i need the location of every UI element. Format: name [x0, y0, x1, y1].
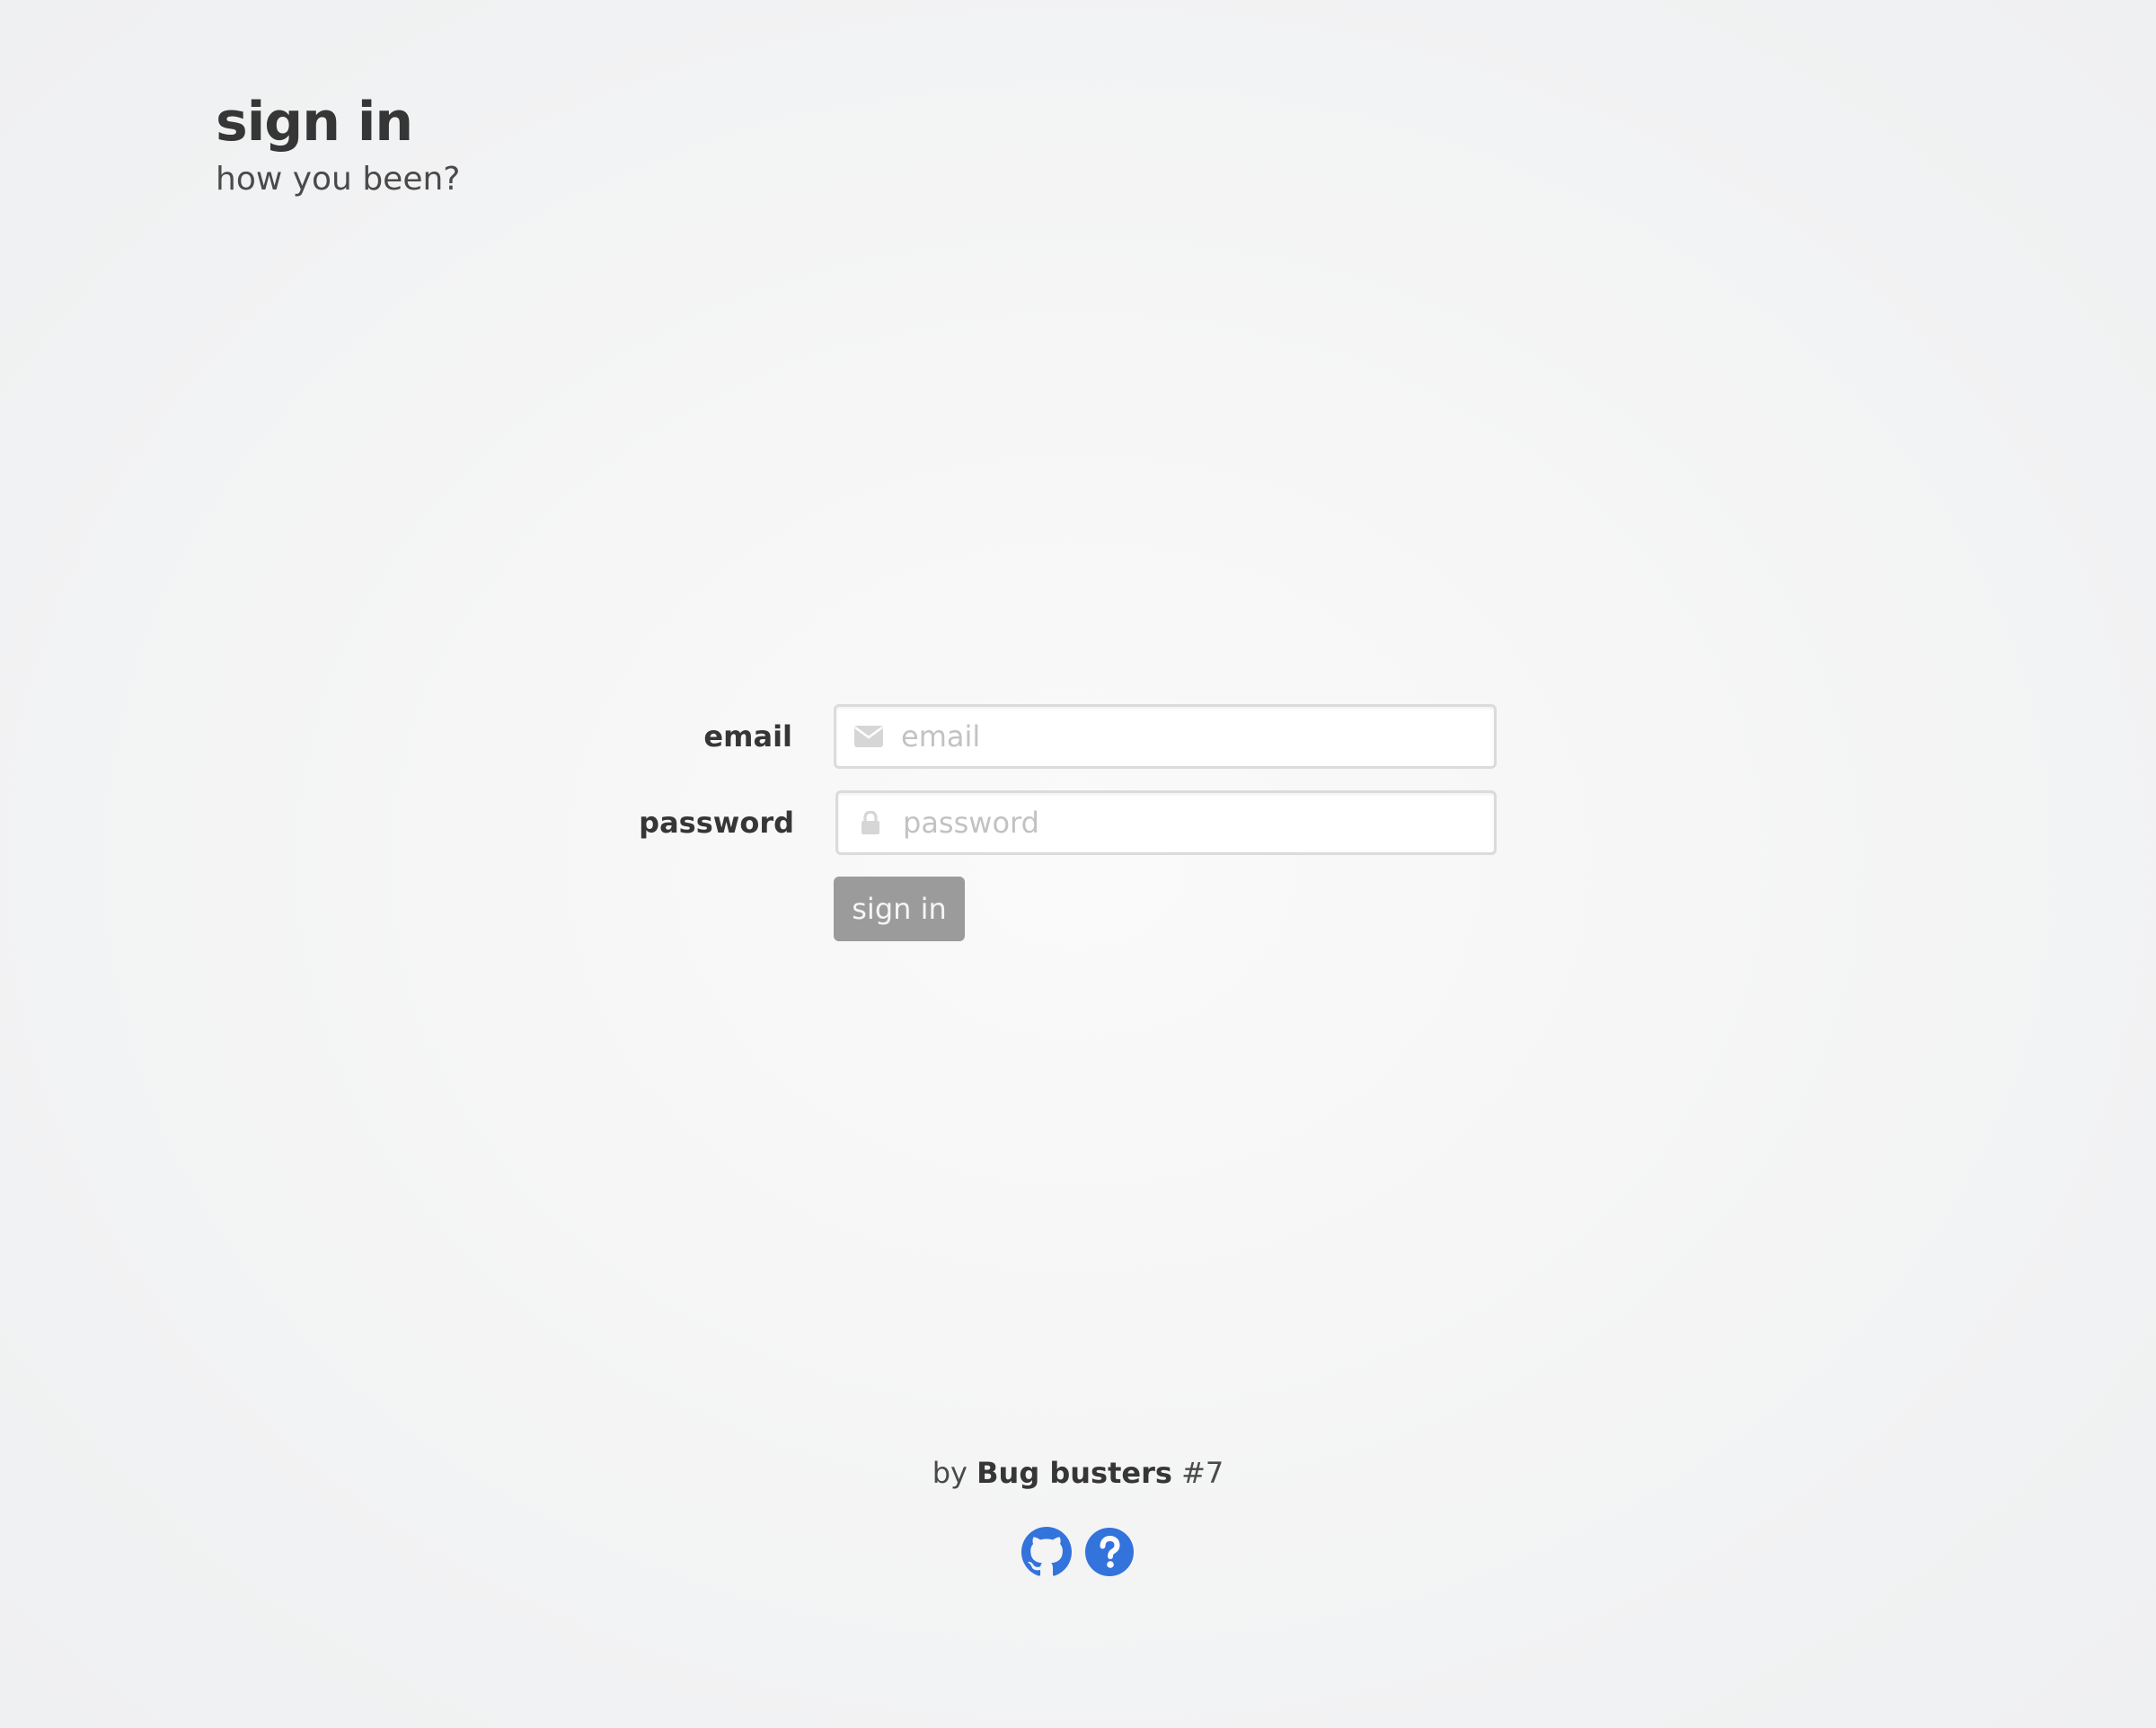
page-subtitle: how you been?	[216, 161, 461, 198]
email-label: email	[703, 719, 792, 754]
page-title: sign in	[216, 91, 413, 154]
github-link[interactable]	[1021, 1527, 1072, 1577]
signin-button[interactable]: sign in	[834, 877, 965, 941]
page-header: sign in how you been?	[216, 86, 460, 201]
password-input[interactable]	[903, 793, 1478, 852]
footer-links	[0, 1527, 2156, 1577]
github-icon	[1021, 1527, 1072, 1581]
email-field-box[interactable]	[834, 704, 1497, 769]
email-row: email	[0, 704, 2156, 769]
password-row: password	[0, 790, 2156, 855]
footer: by Bug busters #7	[0, 1448, 2156, 1577]
team-name: Bug busters	[976, 1456, 1172, 1490]
password-field-box[interactable]	[835, 790, 1497, 855]
envelope-icon	[853, 707, 885, 766]
lock-icon	[854, 793, 887, 852]
password-label: password	[639, 806, 794, 840]
help-link[interactable]	[1084, 1527, 1135, 1577]
credit-prefix: by	[932, 1456, 968, 1490]
credit-text: by Bug busters #7	[0, 1448, 2156, 1498]
team-number: #7	[1181, 1456, 1224, 1490]
help-icon	[1084, 1528, 1135, 1581]
email-input[interactable]	[901, 707, 1476, 766]
